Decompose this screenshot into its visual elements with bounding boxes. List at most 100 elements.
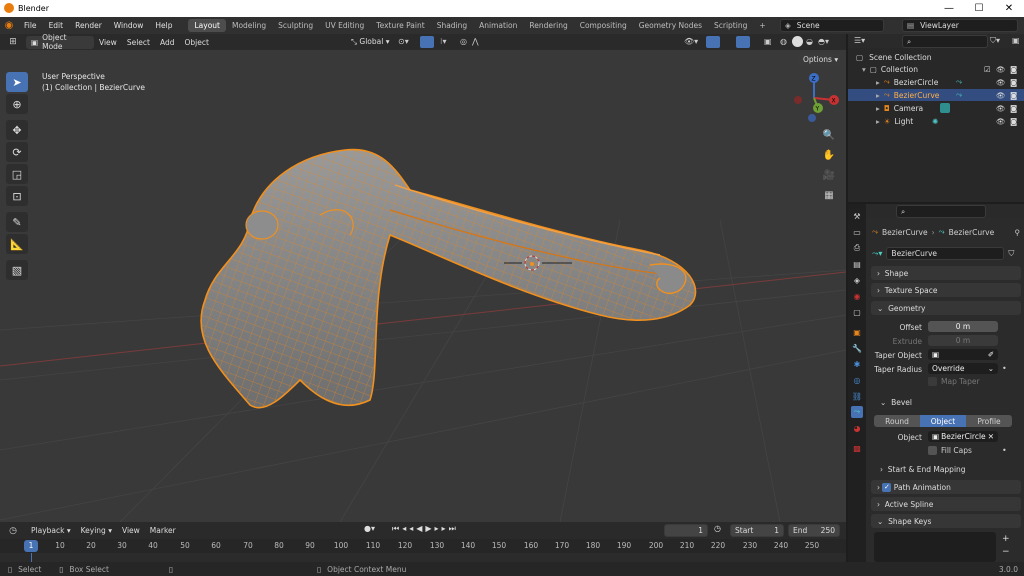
output-tab-icon[interactable]: ⎙ bbox=[851, 242, 863, 254]
tab-compositing[interactable]: Compositing bbox=[574, 19, 633, 32]
scale-tool[interactable]: ◲ bbox=[6, 164, 28, 184]
tab-uv-editing[interactable]: UV Editing bbox=[319, 19, 370, 32]
eyedropper-icon[interactable]: ✐ bbox=[988, 350, 994, 359]
playback-controls[interactable]: ⏮◂◂◀▶▸▸⏭ bbox=[392, 524, 459, 534]
collection-tab-icon[interactable]: ▢ bbox=[851, 306, 863, 318]
end-frame-field[interactable]: End 250 bbox=[788, 524, 840, 537]
menu-timeline-view[interactable]: View bbox=[117, 526, 145, 535]
bevel-mode-profile[interactable]: Profile bbox=[966, 415, 1012, 427]
shading-solid-icon[interactable] bbox=[792, 36, 803, 47]
navigation-gizmo[interactable]: Z X Y bbox=[788, 72, 840, 124]
bevel-object-field[interactable]: ▣ BezierCircle ✕ bbox=[928, 431, 998, 442]
tab-layout[interactable]: Layout bbox=[188, 19, 226, 32]
measure-tool[interactable]: 📐 bbox=[6, 234, 28, 254]
object-tab-icon[interactable]: ▣ bbox=[851, 326, 863, 338]
modifier-tab-icon[interactable]: 🔧 bbox=[851, 342, 863, 354]
checkbox-box[interactable] bbox=[928, 446, 937, 455]
subpanel-bevel[interactable]: ⌄ Bevel bbox=[880, 398, 912, 407]
menu-window[interactable]: Window bbox=[108, 21, 150, 30]
offset-field[interactable]: 0 m bbox=[928, 321, 998, 332]
outliner-item-light[interactable]: ▸ ☀ Light ✺ 👁 ◙ bbox=[848, 115, 1024, 127]
outliner-scene-collection[interactable]: ▢ Scene Collection bbox=[848, 51, 1024, 63]
panel-texture-space[interactable]: › Texture Space bbox=[871, 283, 1021, 297]
tab-geometry-nodes[interactable]: Geometry Nodes bbox=[633, 19, 708, 32]
start-frame-field[interactable]: Start 1 bbox=[730, 524, 784, 537]
tab-shading[interactable]: Shading bbox=[431, 19, 473, 32]
gizmo-toggle[interactable] bbox=[706, 36, 720, 48]
viewlayer-selector[interactable]: ▤ ViewLayer bbox=[902, 19, 1018, 32]
close-button[interactable]: ✕ bbox=[994, 0, 1024, 17]
record-icon[interactable]: ●▾ bbox=[364, 524, 375, 533]
clock-icon[interactable]: ◷ bbox=[714, 524, 721, 533]
menu-render[interactable]: Render bbox=[69, 21, 108, 30]
subpanel-start-end-mapping[interactable]: › Start & End Mapping bbox=[880, 465, 966, 474]
pin-icon[interactable]: ⚲ bbox=[1015, 228, 1021, 237]
options-dropdown[interactable]: Options ▾ bbox=[798, 53, 840, 66]
panel-active-spline[interactable]: › Active Spline bbox=[871, 497, 1021, 511]
rotate-tool[interactable]: ⟳ bbox=[6, 142, 28, 162]
outliner-search[interactable]: ⌕ bbox=[902, 35, 988, 48]
move-tool[interactable]: ✥ bbox=[6, 120, 28, 140]
shading-rendered-icon[interactable]: ◓▾ bbox=[818, 37, 829, 46]
keyframe-dot-icon[interactable]: • bbox=[1002, 364, 1007, 373]
bevel-mode-round[interactable]: Round bbox=[874, 415, 920, 427]
pivot-point-icon[interactable]: ⊙▾ bbox=[398, 37, 409, 46]
timeline-editor-icon[interactable]: ◷ bbox=[0, 526, 26, 536]
outliner-item-beziercircle[interactable]: ▸ ⤳ BezierCircle ⤳ 👁 ◙ bbox=[848, 76, 1024, 88]
panel-path-animation[interactable]: › ✓ Path Animation bbox=[871, 480, 1021, 494]
eye-icon[interactable]: 👁 bbox=[996, 104, 1006, 113]
shading-wireframe-icon[interactable]: ◍ bbox=[780, 37, 787, 46]
current-frame-field[interactable]: 1 bbox=[664, 524, 708, 537]
expand-arrow-icon[interactable]: ▸ bbox=[876, 78, 880, 87]
snap-toggle[interactable] bbox=[420, 36, 434, 48]
menu-playback[interactable]: Playback ▾ bbox=[26, 526, 76, 535]
menu-edit[interactable]: Edit bbox=[43, 21, 70, 30]
select-box-tool[interactable]: ➤ bbox=[6, 72, 28, 92]
fake-user-shield-icon[interactable]: ⛉ bbox=[1008, 249, 1014, 259]
datablock-selector[interactable]: ⤳▾ BezierCurve ⛉ bbox=[872, 247, 1020, 260]
menu-add[interactable]: Add bbox=[155, 38, 180, 47]
camera-render-icon[interactable]: ◙ bbox=[1010, 117, 1017, 126]
transform-orientation-dropdown[interactable]: ⤡ Global ▾ bbox=[346, 37, 394, 47]
outliner-editor-icon[interactable]: ☰▾ bbox=[854, 36, 865, 45]
tab-rendering[interactable]: Rendering bbox=[523, 19, 573, 32]
camera-render-icon[interactable]: ◙ bbox=[1010, 65, 1017, 74]
checkbox-icon[interactable]: ☑ bbox=[984, 65, 991, 74]
zoom-icon[interactable]: 🔍 bbox=[820, 126, 838, 144]
remove-shape-key-button[interactable]: − bbox=[1002, 547, 1010, 557]
blender-menu-icon[interactable]: ◉ bbox=[0, 17, 18, 34]
outliner-item-camera[interactable]: ▸ ◘ Camera 👁 ◙ bbox=[848, 102, 1024, 114]
annotate-tool[interactable]: ✎ bbox=[6, 212, 28, 232]
extrude-field[interactable]: 0 m bbox=[928, 335, 998, 346]
visibility-icon[interactable]: 👁▾ bbox=[684, 37, 698, 46]
orthographic-grid-icon[interactable]: ▦ bbox=[820, 186, 838, 204]
taper-radius-dropdown[interactable]: Override ⌄ bbox=[928, 363, 998, 374]
tab-scripting[interactable]: Scripting bbox=[708, 19, 753, 32]
3d-viewport[interactable]: User Perspective (1) Collection | Bezier… bbox=[0, 50, 846, 522]
proportional-edit-icon[interactable]: ◎ bbox=[460, 37, 467, 46]
particles-tab-icon[interactable]: ✱ bbox=[851, 358, 863, 370]
menu-marker[interactable]: Marker bbox=[145, 526, 181, 535]
camera-render-icon[interactable]: ◙ bbox=[1010, 91, 1017, 100]
texture-tab-icon[interactable]: ▩ bbox=[851, 442, 863, 454]
snap-settings-icon[interactable]: ⁝▾ bbox=[440, 37, 447, 46]
add-shape-key-button[interactable]: + bbox=[1002, 534, 1010, 544]
maximize-button[interactable]: ☐ bbox=[964, 0, 994, 17]
panel-shape-keys[interactable]: ⌄ Shape Keys bbox=[871, 514, 1021, 528]
keyframe-dot-icon[interactable]: • bbox=[1002, 446, 1007, 455]
view-layer-tab-icon[interactable]: ▤ bbox=[851, 258, 863, 270]
taper-object-field[interactable]: ▣ ✐ bbox=[928, 349, 998, 360]
bevel-mode-object[interactable]: Object bbox=[920, 415, 966, 427]
eye-icon[interactable]: 👁 bbox=[996, 91, 1006, 100]
properties-search[interactable]: ⌕ bbox=[896, 205, 986, 218]
checkmark-icon[interactable]: ✓ bbox=[882, 482, 892, 492]
menu-object[interactable]: Object bbox=[179, 38, 213, 47]
transform-tool[interactable]: ⊡ bbox=[6, 186, 28, 206]
shape-keys-list[interactable] bbox=[874, 532, 996, 562]
curve-data-tab-icon[interactable]: ⤳ bbox=[851, 406, 863, 418]
eye-icon[interactable]: 👁 bbox=[996, 78, 1006, 87]
render-tab-icon[interactable]: ▭ bbox=[851, 226, 863, 238]
overlay-toggle[interactable] bbox=[736, 36, 750, 48]
outliner-item-beziercurve[interactable]: ▸ ⤳ BezierCurve ⤳ 👁 ◙ bbox=[848, 89, 1024, 101]
add-workspace-button[interactable]: + bbox=[753, 19, 771, 32]
